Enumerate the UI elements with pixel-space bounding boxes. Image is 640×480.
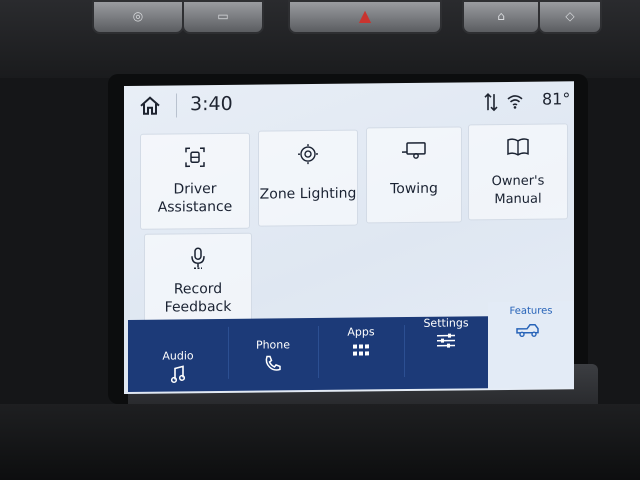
signal-icon (484, 93, 498, 112)
tile-owners-manual[interactable]: Owner's Manual (468, 123, 568, 221)
manual-book-icon (507, 138, 529, 156)
hw-button-right[interactable]: ◇ (538, 0, 602, 34)
nav-features[interactable]: Features (488, 301, 574, 389)
nav-label: Audio (162, 349, 194, 363)
microphone-icon (191, 247, 205, 270)
home-icon[interactable] (138, 94, 162, 118)
nav-label: Settings (423, 316, 469, 330)
hw-button-hazard[interactable]: ▲ (288, 0, 442, 34)
nav-settings[interactable]: Settings (404, 316, 488, 389)
nav-apps[interactable]: Apps (318, 317, 404, 390)
tile-label: Towing (390, 180, 438, 198)
bottom-nav-bar: Audio Phone Apps Settings (128, 316, 488, 392)
status-bar: 3:40 81° (124, 81, 574, 126)
hw-button-climate[interactable]: ◎ (92, 0, 184, 34)
tile-label: Zone Lighting (259, 185, 357, 203)
tile-towing[interactable]: Towing (366, 126, 462, 224)
truck-icon (516, 323, 539, 338)
clock: 3:40 (190, 92, 233, 116)
infotainment-screen: 3:40 81° Driver Assistance Zone Lighting (124, 81, 574, 394)
wifi-icon (507, 95, 523, 109)
tile-record-feedback[interactable]: Record Feedback (144, 232, 252, 324)
tile-zone-lighting[interactable]: Zone Lighting (258, 129, 358, 227)
nav-label: Apps (347, 325, 375, 339)
hazard-icon: ▲ (358, 6, 372, 25)
tile-driver-assistance[interactable]: Driver Assistance (140, 132, 250, 230)
status-divider (176, 93, 177, 118)
tile-label: Feedback (164, 298, 232, 316)
tile-label: Driver (173, 181, 217, 198)
nav-label: Phone (255, 338, 291, 352)
nav-label: Features (509, 305, 553, 317)
hw-button-rear-defrost[interactable]: ▭ (182, 0, 264, 34)
zone-lighting-icon (298, 144, 318, 165)
tile-label: Record (173, 280, 223, 298)
tile-label: Owner's Manual (491, 173, 545, 208)
tile-label: Assistance (157, 198, 233, 216)
driver-assist-icon (185, 147, 205, 168)
lower-dash-trim (0, 404, 640, 480)
phone-icon (265, 355, 281, 371)
music-note-icon (171, 365, 185, 384)
nav-phone[interactable]: Phone (228, 318, 318, 391)
outside-temperature: 81° (542, 89, 571, 109)
hw-button-left[interactable]: ⌂ (462, 0, 540, 34)
settings-sliders-icon (437, 333, 455, 348)
apps-grid-icon (353, 344, 369, 356)
nav-audio[interactable]: Audio (128, 319, 228, 392)
dashboard-top-panel: ◎ ▭ ▲ ⌂ ◇ (0, 0, 640, 78)
trailer-icon (402, 142, 426, 159)
